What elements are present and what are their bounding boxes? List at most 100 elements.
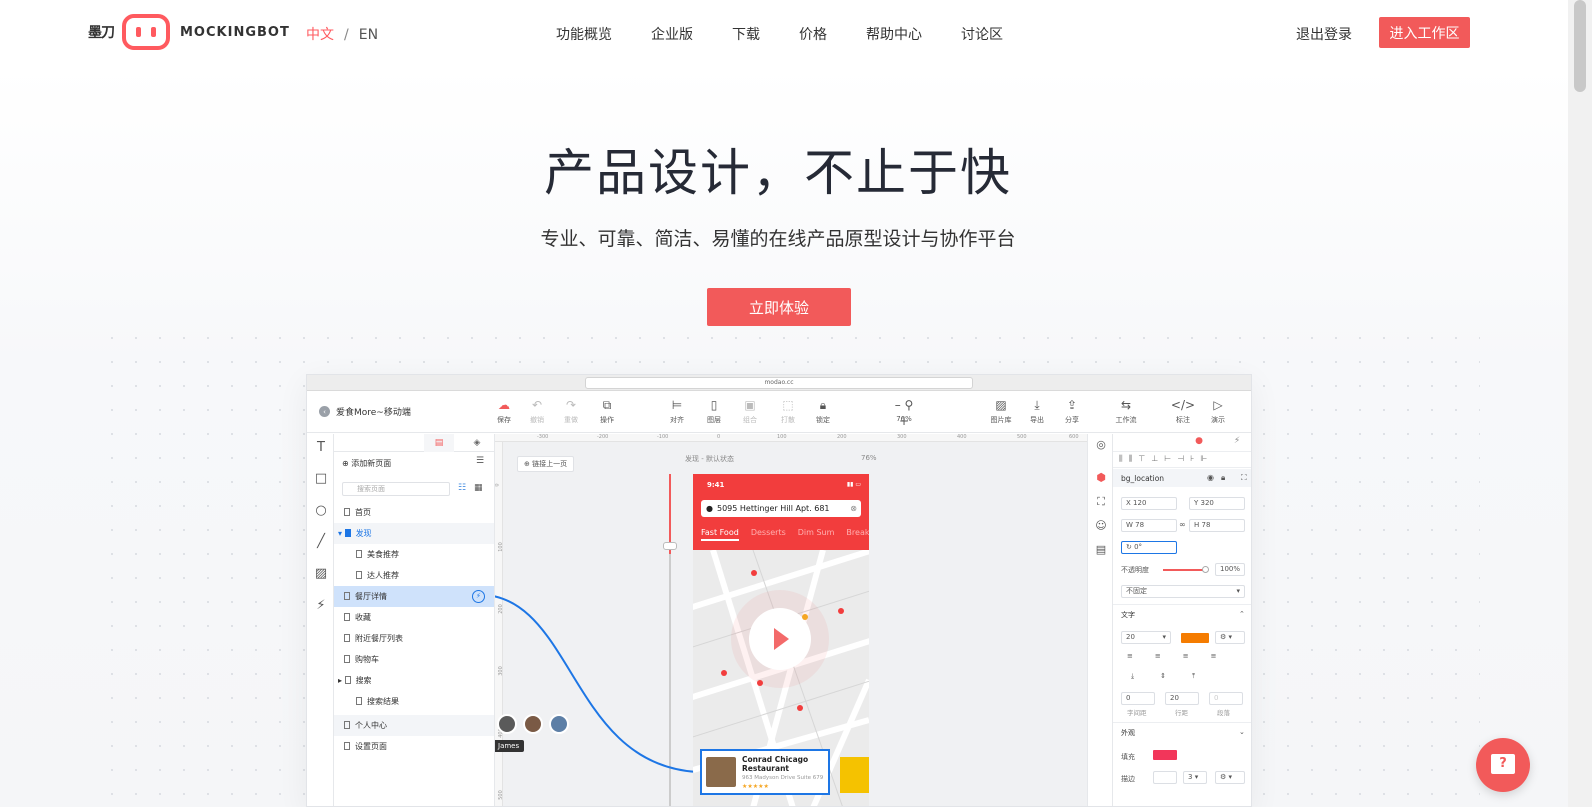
hotspot-tool-icon[interactable]: ⚡ xyxy=(313,598,329,614)
logo[interactable]: 墨刀 MOCKINGBOT xyxy=(88,14,290,50)
map-pin[interactable] xyxy=(757,680,763,686)
tab-desserts[interactable]: Desserts xyxy=(751,528,786,541)
collapse-icon[interactable]: ⌃ xyxy=(1239,610,1245,618)
page-item[interactable]: 购物车 xyxy=(334,649,494,670)
avatar[interactable] xyxy=(549,714,569,734)
target-icon[interactable]: ◎ xyxy=(1093,437,1109,453)
menu-item-features[interactable]: 功能概览 xyxy=(556,24,612,44)
rotation-field[interactable]: ↻ 0° xyxy=(1121,541,1177,554)
add-page-button[interactable]: ⊕ 添加新页面 xyxy=(342,458,391,469)
address-search-field[interactable]: ● 5095 Hettinger Hill Apt. 681 ⊗ xyxy=(701,500,861,517)
link-flash-icon[interactable]: ⚡ xyxy=(472,590,485,603)
page-item[interactable]: ▾ 发现 xyxy=(334,523,494,544)
page-item[interactable]: 附近餐厅列表 xyxy=(334,628,494,649)
page-item[interactable]: 美食推荐 xyxy=(334,544,494,565)
w-field[interactable]: W 78 xyxy=(1121,519,1177,532)
h-field[interactable]: H 78 xyxy=(1189,519,1245,532)
group-button[interactable]: ▣ 组合 xyxy=(734,397,766,425)
align-button[interactable]: ⊨ 对齐 xyxy=(661,397,693,425)
letter-spacing-field[interactable]: 0 xyxy=(1121,692,1155,705)
zoom-control[interactable]: – ⚲ +76% xyxy=(889,397,919,428)
tab-pages-icon[interactable]: ▤ xyxy=(424,434,454,452)
undo-button[interactable]: ↶ 撤销 xyxy=(521,397,553,425)
lock-layer-icon[interactable]: 🔒︎ xyxy=(1221,473,1225,483)
share-button[interactable]: ⇪ 分享 xyxy=(1056,397,1088,425)
logout-link[interactable]: 退出登录 xyxy=(1296,24,1352,44)
paragraph-field[interactable]: 0 xyxy=(1209,692,1243,705)
text-align-icons[interactable]: ≡≡≡≡ xyxy=(1121,652,1245,664)
avatar[interactable] xyxy=(523,714,543,734)
ungroup-button[interactable]: ⬚ 打散 xyxy=(772,397,804,425)
export-button[interactable]: ⤓ 导出 xyxy=(1021,397,1053,425)
page-item[interactable]: 收藏 xyxy=(334,607,494,628)
vertical-align-icons[interactable]: ⤓⇕⤒ xyxy=(1121,672,1245,684)
menu-item-enterprise[interactable]: 企业版 xyxy=(651,24,693,44)
circle-tool-icon[interactable]: ○ xyxy=(313,503,329,519)
tab-breakfast[interactable]: Breakfast xyxy=(846,528,869,541)
text-tool-icon[interactable]: T xyxy=(313,440,329,456)
tab-fast-food[interactable]: Fast Food xyxy=(701,528,739,541)
grid-view-icon[interactable]: ▦ xyxy=(474,483,483,493)
opacity-field[interactable]: 100% xyxy=(1215,563,1245,576)
menu-item-pricing[interactable]: 价格 xyxy=(799,24,827,44)
chevron-down-icon[interactable]: ⌄ xyxy=(1239,728,1245,736)
restaurant-card[interactable]: Conrad Chicago Restaurant 963 Madyson Dr… xyxy=(700,749,830,795)
list-view-icon[interactable]: ☷ xyxy=(458,483,466,493)
menu-item-help[interactable]: 帮助中心 xyxy=(866,24,922,44)
operate-button[interactable]: ⧉ 操作 xyxy=(591,397,623,425)
gallery-button[interactable]: ▨ 图片库 xyxy=(985,397,1017,425)
map-pin[interactable] xyxy=(721,670,727,676)
fixed-select[interactable]: 不固定 ▾ xyxy=(1121,585,1245,598)
emoji-icon[interactable]: ☺ xyxy=(1093,518,1109,534)
opacity-slider-thumb[interactable] xyxy=(1202,566,1209,573)
text-color-swatch[interactable] xyxy=(1181,633,1209,643)
map-pin[interactable] xyxy=(797,705,803,711)
page-scrollbar[interactable] xyxy=(1568,0,1592,807)
design-canvas[interactable]: -300 -200 -100 0 100 200 300 400 500 600… xyxy=(495,434,1087,806)
image-tool-icon[interactable]: ▨ xyxy=(313,566,329,582)
align-tools-icon[interactable]: ⫼⫼⊤⊥⊢⊣⊦⊩ xyxy=(1119,454,1213,464)
page-item[interactable]: 设置页面 xyxy=(334,736,494,757)
line-height-field[interactable]: 20 xyxy=(1165,692,1199,705)
lang-cn-link[interactable]: 中文 xyxy=(306,27,334,43)
page-item[interactable]: 达人推荐 xyxy=(334,565,494,586)
help-button[interactable]: ? xyxy=(1476,738,1530,792)
component-icon[interactable]: ⬢ xyxy=(1093,470,1109,486)
page-item[interactable]: 个人中心 xyxy=(334,715,494,736)
menu-item-forum[interactable]: 讨论区 xyxy=(961,24,1003,44)
save-button[interactable]: ☁ 保存 xyxy=(488,397,520,425)
map-pin[interactable] xyxy=(751,570,757,576)
text-settings-icon[interactable]: ⚙ ▾ xyxy=(1215,631,1245,644)
stroke-width-select[interactable]: 3 ▾ xyxy=(1183,771,1207,784)
enter-workspace-button[interactable]: 进入工作区 xyxy=(1379,17,1470,48)
page-search-input[interactable]: 搜索页面 xyxy=(342,482,450,496)
fit-icon[interactable]: ⛶ xyxy=(1241,473,1247,483)
redo-button[interactable]: ↷ 重做 xyxy=(555,397,587,425)
sort-icon[interactable]: ☰ xyxy=(476,456,484,466)
layer-button[interactable]: ▯ 图层 xyxy=(698,397,730,425)
menu-item-download[interactable]: 下载 xyxy=(732,24,760,44)
lang-en-link[interactable]: EN xyxy=(359,27,378,43)
tab-dim-sum[interactable]: Dim Sum xyxy=(798,528,835,541)
y-field[interactable]: Y 320 xyxy=(1189,497,1245,510)
line-tool-icon[interactable]: ╱ xyxy=(313,534,329,550)
tab-style-icon[interactable]: ● xyxy=(1189,436,1209,450)
page-item[interactable]: ▸ 搜索 xyxy=(334,670,494,691)
phone-artboard[interactable]: 9:41 ▮▮ ▭ ● 5095 Hettinger Hill Apt. 681… xyxy=(693,474,869,806)
page-item[interactable]: 首页 xyxy=(334,502,494,523)
back-icon[interactable]: ‹ xyxy=(319,406,330,417)
map-pin-active[interactable] xyxy=(802,614,808,620)
fill-color-swatch[interactable] xyxy=(1153,750,1177,760)
resize-icon[interactable]: ⛶ xyxy=(1093,494,1109,510)
stroke-color-swatch[interactable] xyxy=(1153,771,1177,784)
clear-icon[interactable]: ⊗ xyxy=(850,500,857,517)
font-size-select[interactable]: 20 ▾ xyxy=(1121,631,1171,644)
workflow-button[interactable]: ⇆ 工作流 xyxy=(1110,397,1142,425)
tab-layers-icon[interactable]: ◈ xyxy=(462,434,492,452)
page-item-selected[interactable]: 餐厅详情 ⚡ xyxy=(334,586,494,607)
lock-button[interactable]: 🔒︎ 锁定 xyxy=(807,397,839,425)
rectangle-tool-icon[interactable]: □ xyxy=(313,471,329,487)
link-ratio-icon[interactable]: ∞ xyxy=(1179,520,1186,529)
try-now-button[interactable]: 立即体验 xyxy=(707,288,851,326)
tab-interaction-icon[interactable]: ⚡ xyxy=(1227,436,1247,450)
